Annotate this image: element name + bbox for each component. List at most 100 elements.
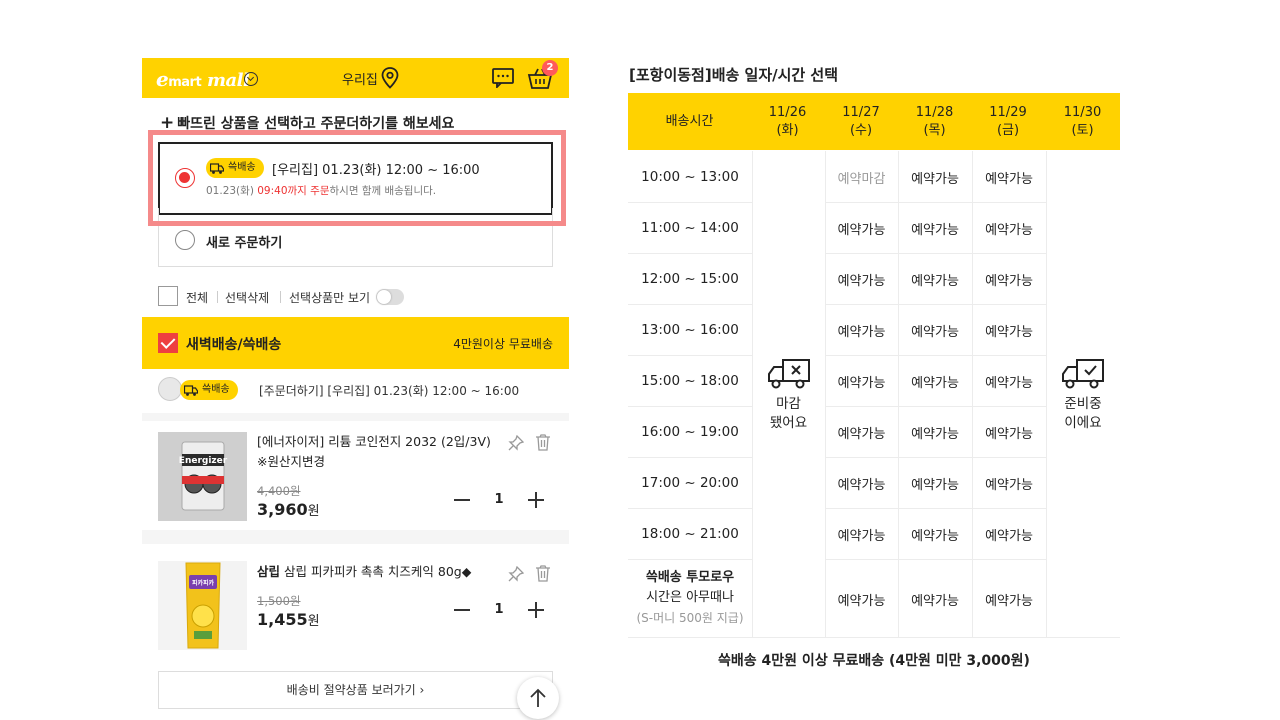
original-price: 4,400원 (257, 484, 301, 498)
show-selected-toggle[interactable] (376, 289, 404, 305)
quantity-value: 1 (494, 492, 504, 507)
slot-cell[interactable]: 예약가능 (972, 474, 1046, 493)
quantity-decrease-button[interactable] (454, 609, 470, 611)
day-header: 11/28 (목) (915, 104, 954, 138)
day-header: 11/26 (화) (768, 104, 807, 138)
slot-cell[interactable]: 예약가능 (972, 168, 1046, 187)
existing-order-radio[interactable] (175, 168, 195, 188)
slot-cell[interactable]: 예약가능 (898, 372, 972, 391)
shipping-saver-button[interactable]: 배송비 절약상품 보러가기 › (158, 671, 553, 709)
svg-text:Energizer: Energizer (179, 456, 228, 466)
slot-cell[interactable]: 예약가능 (972, 525, 1046, 544)
product-image[interactable]: Energizer (158, 432, 247, 521)
slot-cell[interactable]: 예약가능 (972, 321, 1046, 340)
quantity-decrease-button[interactable] (454, 499, 470, 501)
emart-mall-logo[interactable]: emart mall (156, 67, 250, 91)
time-column-header: 배송시간 (665, 113, 714, 129)
slot-cell: 예약마감 (837, 171, 886, 187)
day-header: 11/29 (금) (989, 104, 1027, 138)
trash-icon[interactable] (535, 565, 551, 582)
quantity-increase-button[interactable] (528, 492, 544, 508)
new-order-label: 새로 주문하기 (206, 236, 283, 251)
order-info-text: [주문더하기] [우리집] 01.23(화) 12:00 ~ 16:00 (259, 384, 520, 398)
store-avatar (158, 377, 182, 401)
schedule-title: [포항이동점]배송 일자/시간 선택 (629, 66, 839, 84)
slot-cell[interactable]: 예약가능 (825, 525, 898, 544)
delete-selected-button[interactable]: 선택삭제 (225, 289, 269, 306)
product-name[interactable]: [에너자이저] 리튬 코인전지 2032 (2입/3V) ※원산지변경 (257, 432, 497, 472)
section-checkbox[interactable] (158, 333, 178, 353)
truck-check-icon (1062, 359, 1104, 389)
time-slot-label: 12:00 ~ 15:00 (641, 271, 739, 287)
slot-cell[interactable]: 예약가능 (898, 270, 972, 289)
slot-cell[interactable]: 예약가능 (972, 219, 1046, 238)
free-shipping-note: 4만원이상 무료배송 (453, 337, 553, 351)
slot-cell[interactable]: 예약가능 (898, 219, 972, 238)
new-order-radio[interactable] (175, 230, 195, 250)
time-slot-label: 10:00 ~ 13:00 (641, 169, 739, 185)
slot-cell[interactable]: 예약가능 (972, 372, 1046, 391)
chat-icon[interactable] (492, 68, 514, 88)
cart-count-badge: 2 (542, 60, 558, 76)
time-slot-label: 17:00 ~ 20:00 (641, 475, 739, 491)
time-slot-label: 13:00 ~ 16:00 (641, 322, 739, 338)
top-bar: emart mall 우리집 2 (142, 58, 569, 98)
slot-cell[interactable]: 예약가능 (898, 590, 972, 609)
ssg-delivery-badge: 쓱배송 (206, 158, 264, 178)
delivery-address[interactable]: 우리집 (342, 69, 378, 88)
scroll-top-button[interactable] (517, 677, 559, 719)
product-name[interactable]: 삼립 삼립 피카피카 촉촉 치즈케익 80g◆ (257, 562, 497, 582)
truck-icon (210, 163, 224, 174)
slot-cell[interactable]: 예약가능 (898, 474, 972, 493)
time-slot-label: 16:00 ~ 19:00 (641, 424, 739, 440)
slot-cell[interactable]: 예약가능 (898, 525, 972, 544)
slot-cell[interactable]: 예약가능 (825, 372, 898, 391)
slot-cell[interactable]: 예약가능 (825, 423, 898, 442)
slot-cell[interactable]: 예약가능 (898, 423, 972, 442)
slot-cell[interactable]: 예약가능 (972, 590, 1046, 609)
trash-icon[interactable] (535, 434, 551, 451)
time-slot-label: 18:00 ~ 21:00 (641, 526, 739, 542)
truck-icon (184, 385, 198, 396)
product-image[interactable]: 피카피카 (158, 561, 247, 650)
slot-cell[interactable]: 예약가능 (825, 321, 898, 340)
preparing-day-status: 준비중 이에요 (1046, 357, 1120, 433)
original-price: 1,500원 (257, 594, 301, 608)
quantity-increase-button[interactable] (528, 602, 544, 618)
select-all-checkbox[interactable] (158, 286, 178, 306)
slot-cell[interactable]: 예약가능 (825, 270, 898, 289)
pin-icon[interactable] (508, 566, 524, 582)
order-info-row: 쓱배송 [주문더하기] [우리집] 01.23(화) 12:00 ~ 16:00 (158, 376, 558, 404)
slot-cell[interactable]: 예약가능 (825, 590, 898, 609)
location-pin-icon[interactable] (381, 67, 399, 89)
time-slot-label: 15:00 ~ 18:00 (641, 373, 739, 389)
slot-cell[interactable]: 예약가능 (972, 270, 1046, 289)
slot-cell[interactable]: 예약가능 (972, 423, 1046, 442)
sale-price: 3,960원 (257, 500, 320, 519)
special-slot-label: 쓱배송 투모로우 시간은 아무때나 (S-머니 500원 지급) (636, 570, 744, 625)
slot-cell[interactable]: 예약가능 (898, 168, 972, 187)
existing-order-title: [우리집] 01.23(화) 12:00 ~ 16:00 (272, 163, 480, 178)
arrow-up-icon (530, 688, 546, 707)
pin-icon[interactable] (508, 435, 524, 451)
quantity-value: 1 (494, 602, 504, 617)
truck-x-icon (767, 359, 810, 389)
closed-day-status: 마감 됐어요 (752, 357, 825, 433)
sale-price: 1,455원 (257, 610, 320, 629)
schedule-header: 배송시간 11/26 (화) 11/27 (수) 11/28 (목) 11/29 (금)… (628, 93, 1120, 150)
existing-order-note: 01.23(화) 09:40까지 주문하시면 함께 배송됩니다. (206, 185, 437, 197)
svg-text:피카피카: 피카피카 (192, 579, 215, 587)
existing-order-option[interactable] (158, 142, 553, 215)
section-title: 새벽배송/쓱배송 (186, 337, 282, 353)
chevron-down-icon[interactable] (244, 72, 258, 86)
ssg-delivery-badge: 쓱배송 (180, 380, 238, 400)
slot-cell[interactable]: 예약가능 (825, 219, 898, 238)
slot-cell[interactable]: 예약가능 (898, 321, 972, 340)
add-order-prompt: + 빠뜨린 상품을 선택하고 주문더하기를 해보세요 (160, 113, 455, 133)
select-all-label[interactable]: 전체 (186, 289, 208, 306)
day-header: 11/30 (토) (1063, 104, 1102, 138)
show-selected-label: 선택상품만 보기 (289, 291, 371, 305)
slot-cell[interactable]: 예약가능 (825, 474, 898, 493)
section-header: 새벽배송/쓱배송 4만원이상 무료배송 (142, 317, 569, 369)
day-header: 11/27 (수) (842, 104, 880, 138)
